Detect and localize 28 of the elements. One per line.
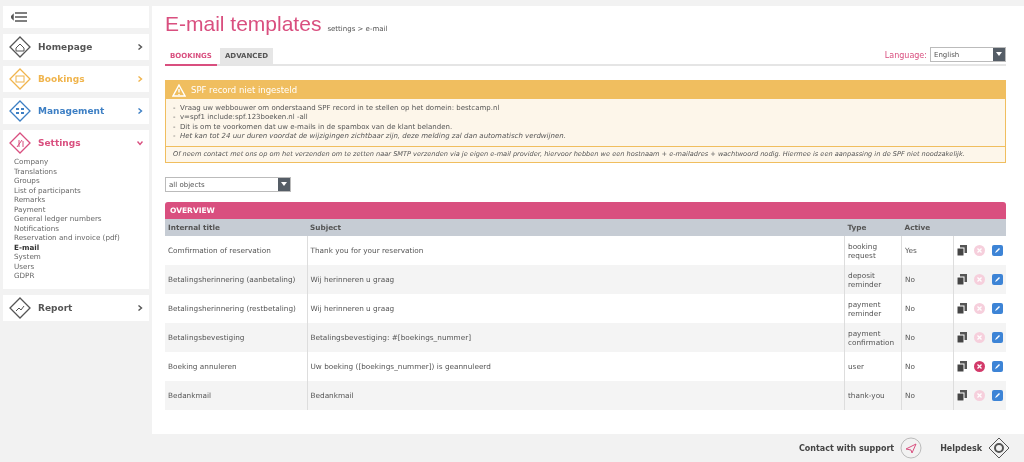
paper-plane-icon[interactable]	[900, 437, 923, 459]
support-link[interactable]: Contact with support	[798, 443, 895, 453]
sidebar-item[interactable]: Management	[38, 106, 130, 116]
edit-icon[interactable]	[992, 361, 1003, 373]
sidebar-item[interactable]: Report	[38, 302, 130, 313]
edit-icon[interactable]	[992, 245, 1003, 257]
caret-icon[interactable]	[996, 52, 1002, 56]
caret-icon[interactable]	[281, 182, 287, 187]
copy-icon[interactable]	[957, 332, 967, 344]
copy-icon[interactable]	[957, 390, 967, 402]
copy-icon[interactable]	[957, 245, 967, 257]
alert-title: SPF record niet ingesteld	[191, 85, 298, 95]
sidebar-item[interactable]: Homepage	[38, 42, 130, 52]
helpdesk-link[interactable]: Helpdesk	[940, 443, 982, 453]
edit-icon[interactable]	[992, 332, 1003, 344]
copy-icon[interactable]	[957, 361, 967, 373]
language-label: Language:	[884, 51, 927, 60]
copy-icon[interactable]	[957, 303, 967, 315]
copy-icon[interactable]	[957, 274, 967, 286]
edit-icon[interactable]	[992, 303, 1003, 315]
edit-icon[interactable]	[992, 390, 1003, 402]
sidebar-item[interactable]: Settings	[38, 138, 130, 148]
warning-icon	[172, 83, 186, 97]
page-title: E-mail templates	[165, 12, 322, 36]
lifebuoy-icon[interactable]	[988, 437, 1010, 459]
menu-icon[interactable]	[11, 12, 27, 22]
edit-icon[interactable]	[992, 274, 1003, 286]
delete-icon[interactable]	[974, 361, 985, 373]
